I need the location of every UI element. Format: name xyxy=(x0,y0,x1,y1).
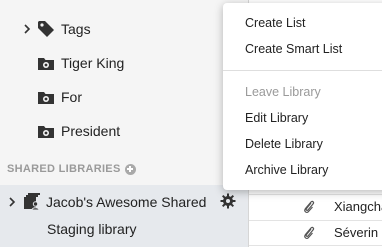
menu-item-leave-library: Leave Library xyxy=(245,85,321,99)
chevron-right-icon[interactable] xyxy=(22,24,32,34)
smart-folder-icon xyxy=(38,58,54,70)
add-library-icon[interactable] xyxy=(124,163,136,175)
section-title: SHARED LIBRARIES xyxy=(7,163,121,175)
sidebar-item-tags[interactable]: Tags xyxy=(0,15,220,43)
sidebar-item-label: For xyxy=(61,89,82,105)
shared-library-icon xyxy=(24,193,40,211)
sidebar-item-label: Staging library xyxy=(47,221,137,237)
menu-item-create-list[interactable]: Create List xyxy=(245,16,305,30)
menu-separator xyxy=(223,70,382,71)
smart-folder-icon xyxy=(38,126,54,138)
sidebar-item-shared-library[interactable]: Jacob's Awesome Shared xyxy=(0,188,248,216)
creator-cell: Xiangcha xyxy=(334,199,382,214)
creator-cell: Séverin L xyxy=(334,225,382,240)
chevron-right-icon[interactable] xyxy=(7,197,17,207)
row-divider xyxy=(249,245,382,246)
sidebar-item-label: Tiger King xyxy=(61,55,125,71)
menu-item-delete-library[interactable]: Delete Library xyxy=(245,137,323,151)
sidebar: Tags Tiger King For President SHARED LIB… xyxy=(0,0,248,247)
shared-libraries-header: SHARED LIBRARIES xyxy=(7,163,136,175)
cut-off-item xyxy=(38,0,78,3)
context-menu: Create List Create Smart List Leave Libr… xyxy=(223,3,382,190)
sidebar-item-staging-library[interactable]: Staging library xyxy=(0,216,248,244)
sidebar-item-label: Tags xyxy=(61,21,91,37)
menu-item-edit-library[interactable]: Edit Library xyxy=(245,111,308,125)
sidebar-item-label: President xyxy=(61,123,121,139)
table-row[interactable]: Xiangcha xyxy=(249,195,382,219)
smart-folder-icon xyxy=(38,92,54,104)
gear-icon[interactable] xyxy=(220,193,236,209)
sidebar-item-for[interactable]: For xyxy=(0,83,220,111)
table-row[interactable]: Séverin L xyxy=(249,221,382,245)
sidebar-item-president[interactable]: President xyxy=(0,117,220,145)
sidebar-item-tiger-king[interactable]: Tiger King xyxy=(0,49,220,77)
attachment-icon xyxy=(304,200,315,214)
tag-icon xyxy=(38,21,54,37)
sidebar-item-label: Jacob's Awesome Shared xyxy=(46,194,207,210)
menu-item-create-smart-list[interactable]: Create Smart List xyxy=(245,42,342,56)
attachment-icon xyxy=(304,226,315,240)
menu-item-archive-library[interactable]: Archive Library xyxy=(245,163,328,177)
